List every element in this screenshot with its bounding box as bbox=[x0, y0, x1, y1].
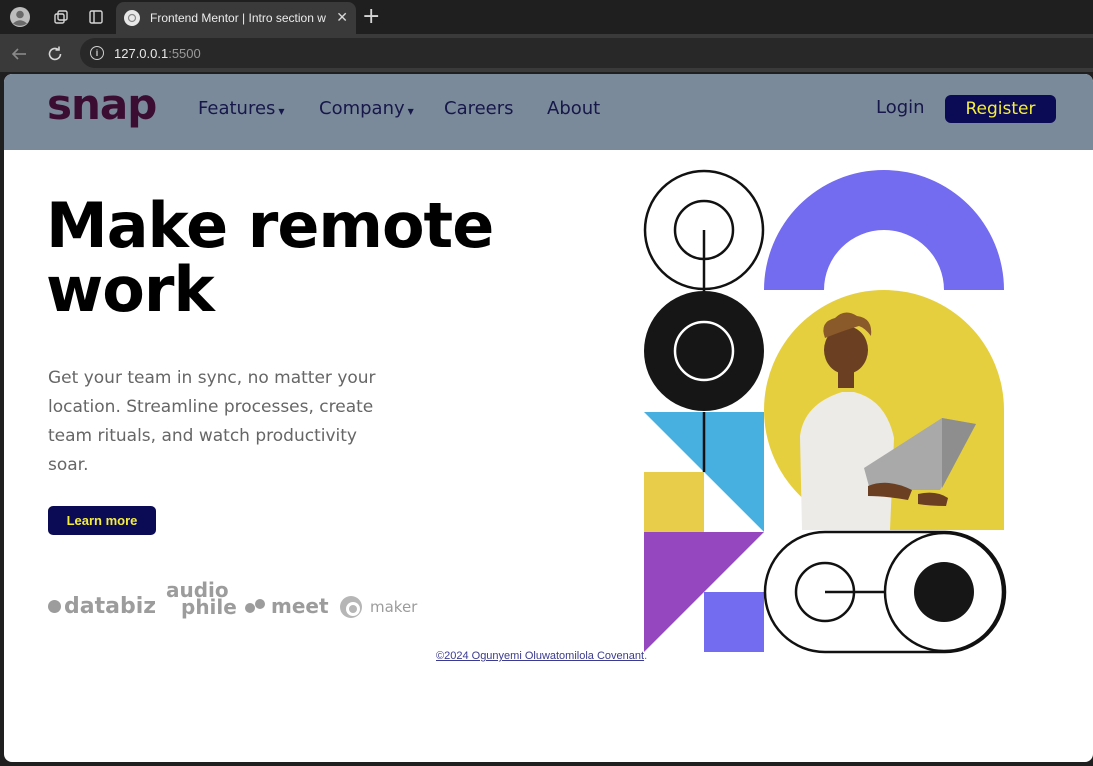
nav-careers-label: Careers bbox=[444, 98, 514, 119]
nav-features-label: Features bbox=[198, 98, 276, 119]
tab-title: Frontend Mentor | Intro section w bbox=[150, 11, 326, 25]
hero-title-line2: work bbox=[46, 253, 215, 326]
chevron-down-icon: ▼ bbox=[278, 107, 285, 116]
footer-credit-suffix: . bbox=[644, 650, 648, 662]
login-link[interactable]: Login bbox=[876, 97, 925, 118]
url-host: 127.0.0.1 bbox=[114, 45, 169, 61]
client-maker-label: maker bbox=[370, 598, 418, 616]
client-databiz-label: databiz bbox=[64, 594, 157, 619]
nav-company[interactable]: Company ▼ bbox=[319, 98, 414, 119]
new-tab-icon[interactable]: + bbox=[362, 4, 380, 29]
url-port: :5500 bbox=[168, 45, 201, 61]
reload-icon[interactable] bbox=[44, 43, 66, 65]
footer-credit: ©2024 Ogunyemi Oluwatomilola Covenant. bbox=[436, 650, 647, 662]
page-viewport: snap Features ▼ Company ▼ Careers About Lo… bbox=[4, 74, 1093, 762]
learn-more-button[interactable]: Learn more bbox=[48, 506, 156, 535]
nav-careers[interactable]: Careers bbox=[444, 98, 514, 119]
favicon-icon bbox=[124, 10, 140, 26]
nav-features[interactable]: Features ▼ bbox=[198, 98, 285, 119]
hero-description: Get your team in sync, no matter your lo… bbox=[48, 368, 376, 475]
hero-title: Make remote work bbox=[46, 194, 516, 322]
back-icon[interactable] bbox=[8, 43, 30, 65]
footer-credit-link[interactable]: ©2024 Ogunyemi Oluwatomilola Covenant bbox=[436, 650, 644, 662]
nav-about-label: About bbox=[547, 98, 601, 119]
site-header: snap Features ▼ Company ▼ Careers About Lo… bbox=[4, 74, 1093, 150]
client-maker-logo: maker bbox=[338, 594, 417, 620]
profile-icon[interactable] bbox=[9, 6, 31, 28]
client-meet-logo: meet bbox=[244, 594, 329, 618]
nav-about[interactable]: About bbox=[547, 98, 600, 119]
chevron-down-icon: ▼ bbox=[407, 107, 414, 116]
site-info-icon[interactable]: i bbox=[90, 46, 104, 60]
nav-company-label: Company bbox=[319, 98, 405, 119]
workspaces-icon[interactable] bbox=[50, 6, 72, 28]
hero-illustration bbox=[643, 169, 1007, 654]
logo[interactable]: snap bbox=[47, 80, 157, 129]
client-audiophile-logo: audio phile bbox=[166, 580, 237, 617]
client-meet-label: meet bbox=[271, 594, 329, 618]
close-tab-icon[interactable]: ✕ bbox=[336, 10, 348, 26]
tab-actions-icon[interactable] bbox=[85, 6, 107, 28]
browser-tab-bar: Frontend Mentor | Intro section w ✕ + bbox=[0, 0, 1093, 34]
url-field[interactable]: i 127.0.0.1:5500 bbox=[80, 38, 1093, 68]
client-databiz-logo: databiz bbox=[48, 594, 156, 619]
hero-title-line1: Make remote bbox=[46, 189, 494, 262]
address-bar: i 127.0.0.1:5500 bbox=[0, 34, 1093, 72]
register-button[interactable]: Register bbox=[945, 95, 1056, 123]
tab-active[interactable]: Frontend Mentor | Intro section w ✕ bbox=[116, 2, 356, 34]
